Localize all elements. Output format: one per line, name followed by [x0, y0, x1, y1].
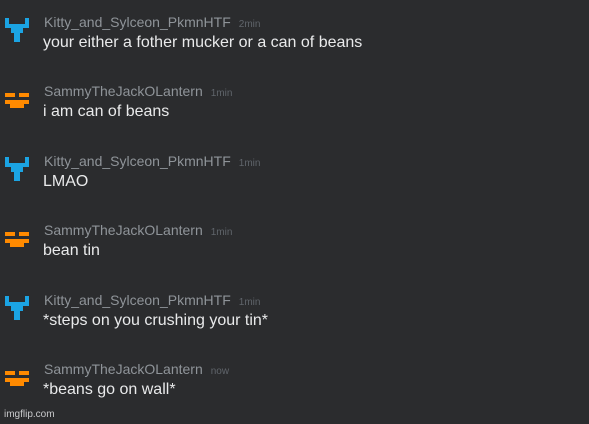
blue-pixel-creature-icon — [5, 157, 29, 181]
message-text: bean tin — [43, 242, 100, 259]
orange-jack-o-lantern-face-icon — [5, 93, 29, 108]
avatar[interactable] — [4, 363, 30, 391]
avatar[interactable] — [4, 294, 30, 322]
timestamp: 1min — [238, 158, 261, 169]
avatar[interactable] — [4, 155, 30, 183]
blue-pixel-creature-icon — [5, 296, 29, 320]
chat-message: SammyTheJackOLantern 1min bean tin — [0, 220, 589, 280]
chat-message: Kitty_and_Sylceon_PkmnHTF 2min your eithe… — [0, 12, 589, 72]
imgflip-watermark: imgflip.com — [4, 409, 55, 420]
timestamp: 1min — [238, 297, 261, 308]
timestamp: now — [210, 366, 230, 377]
username[interactable]: SammyTheJackOLantern — [44, 83, 203, 99]
avatar[interactable] — [4, 85, 30, 113]
message-text: i am can of beans — [43, 103, 170, 120]
message-text: *steps on you crushing your tin* — [43, 312, 269, 329]
blue-pixel-creature-icon — [5, 18, 29, 42]
username[interactable]: Kitty_and_Sylceon_PkmnHTF — [44, 14, 231, 30]
username[interactable]: SammyTheJackOLantern — [44, 361, 203, 377]
username[interactable]: Kitty_and_Sylceon_PkmnHTF — [44, 153, 231, 169]
timestamp: 1min — [210, 88, 233, 99]
timestamp: 2min — [238, 19, 261, 30]
chat-message: SammyTheJackOLantern 1min i am can of bea… — [0, 81, 589, 141]
avatar[interactable] — [4, 16, 30, 44]
message-text: LMAO — [43, 173, 89, 190]
username[interactable]: Kitty_and_Sylceon_PkmnHTF — [44, 292, 231, 308]
orange-jack-o-lantern-face-icon — [5, 232, 29, 247]
username[interactable]: SammyTheJackOLantern — [44, 222, 203, 238]
chat-message: SammyTheJackOLantern now *beans go on wal… — [0, 359, 589, 419]
avatar[interactable] — [4, 224, 30, 252]
timestamp: 1min — [210, 227, 233, 238]
message-text: *beans go on wall* — [43, 381, 176, 398]
chat-message: Kitty_and_Sylceon_PkmnHTF 1min *steps on … — [0, 290, 589, 350]
message-text: your either a fother mucker or a can of … — [43, 34, 363, 51]
orange-jack-o-lantern-face-icon — [5, 371, 29, 386]
chat-message: Kitty_and_Sylceon_PkmnHTF 1min LMAO — [0, 151, 589, 211]
chat-feed: Kitty_and_Sylceon_PkmnHTF 2min your eithe… — [0, 0, 589, 424]
